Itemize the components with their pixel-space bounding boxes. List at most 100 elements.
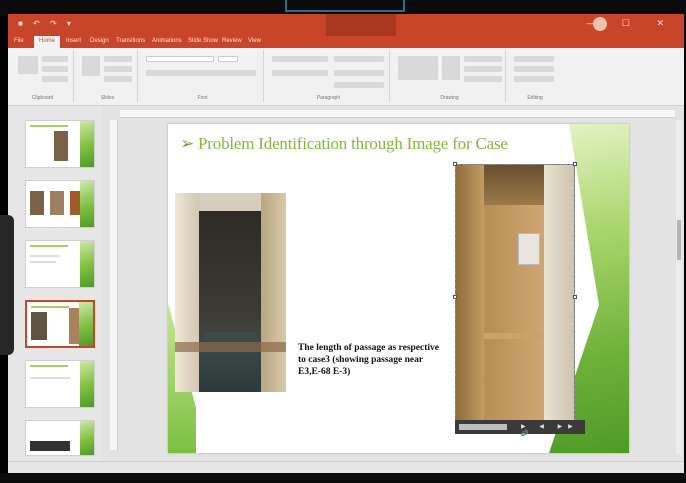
- tab-transitions[interactable]: Transitions: [116, 38, 145, 44]
- window-controls[interactable]: — ☐ ✕: [586, 18, 676, 29]
- thumb-green-accent: [80, 241, 94, 287]
- group-font: Font: [142, 50, 264, 102]
- tab-review[interactable]: Review: [222, 38, 242, 44]
- font-size-select[interactable]: [218, 56, 238, 62]
- format-painter-button[interactable]: [42, 76, 68, 82]
- replace-button[interactable]: [514, 66, 554, 72]
- section-button[interactable]: [104, 76, 132, 82]
- group-label-drawing: Drawing: [440, 95, 459, 101]
- slide-thumbnail[interactable]: 3: [25, 180, 95, 228]
- slide-thumbnail-selected[interactable]: 5: [25, 300, 95, 348]
- shapes-gallery[interactable]: [398, 56, 438, 80]
- shape-fill-button[interactable]: [464, 56, 502, 62]
- group-label-clipboard: Clipboard: [31, 95, 54, 101]
- font-name-select[interactable]: [146, 56, 214, 62]
- shape-effects-button[interactable]: [464, 76, 502, 82]
- vertical-scrollbar[interactable]: [676, 120, 682, 455]
- quick-access-icons[interactable]: ■ ↶ ↷ ▾: [18, 19, 75, 28]
- status-bar: [8, 461, 684, 473]
- smartart-button[interactable]: [334, 82, 384, 88]
- slide-thumbnail[interactable]: 4: [25, 240, 95, 288]
- align-text-button[interactable]: [334, 70, 384, 76]
- photo-wall-left: [175, 193, 199, 392]
- group-editing: Editing: [510, 50, 560, 102]
- thumb-title-line: [30, 125, 68, 127]
- thumb-green-accent: [80, 361, 94, 407]
- group-label-font: Font: [197, 95, 208, 101]
- shape-outline-button[interactable]: [464, 66, 502, 72]
- thumb-photo: [31, 312, 47, 340]
- thumb-text-line: [30, 255, 60, 257]
- monitor-bezel-bottom: [0, 473, 686, 483]
- cut-button[interactable]: [42, 56, 68, 62]
- photo-wall-right: [261, 193, 286, 392]
- media-progress[interactable]: [459, 424, 507, 430]
- layout-button[interactable]: [104, 56, 132, 62]
- group-label-editing: Editing: [527, 95, 543, 101]
- text-direction-button[interactable]: [334, 56, 384, 62]
- thumb-photo: [30, 191, 44, 215]
- font-format-buttons[interactable]: [146, 70, 256, 76]
- media-controls-icon[interactable]: ▶ ◀ ▶▶ 🔊: [521, 423, 585, 437]
- tab-home[interactable]: Home: [34, 36, 61, 48]
- reset-button[interactable]: [104, 66, 132, 72]
- horizontal-ruler: [120, 110, 675, 118]
- tab-animations[interactable]: Animations: [152, 38, 182, 44]
- select-button[interactable]: [514, 76, 554, 82]
- thumb-green-accent: [80, 181, 94, 227]
- group-label-slides: Slides: [100, 95, 115, 101]
- slide-canvas[interactable]: ➢ Problem Identification through Image fo…: [168, 124, 629, 453]
- slide-thumbnail[interactable]: 6: [25, 360, 95, 408]
- arrange-button[interactable]: [442, 56, 460, 80]
- corridor-photo[interactable]: [175, 193, 286, 392]
- thumb-text-line: [30, 261, 56, 263]
- thumb-photo: [54, 131, 68, 161]
- group-paragraph: Paragraph: [268, 50, 390, 102]
- slide-thumbnail[interactable]: 2: [25, 120, 95, 168]
- slide-thumbnail[interactable]: 7: [25, 420, 95, 456]
- resize-handle[interactable]: [453, 162, 457, 166]
- thumb-green-accent: [80, 121, 94, 167]
- device-edge: [0, 215, 14, 355]
- group-drawing: Drawing: [394, 50, 506, 102]
- scrollbar-thumb[interactable]: [677, 220, 681, 260]
- list-buttons[interactable]: [272, 56, 328, 62]
- tab-slide-show[interactable]: Slide Show: [188, 38, 218, 44]
- thumb-green-accent: [79, 302, 93, 346]
- title-bar: ■ ↶ ↷ ▾ — ☐ ✕: [8, 14, 684, 36]
- resize-handle[interactable]: [453, 295, 457, 299]
- new-slide-button[interactable]: [82, 56, 100, 76]
- thumb-title-line: [30, 365, 68, 367]
- group-clipboard: Clipboard: [12, 50, 74, 102]
- thumb-photo: [30, 441, 70, 451]
- thumb-title-line: [30, 245, 68, 247]
- thumb-green-accent: [80, 421, 94, 455]
- contextual-tab[interactable]: [326, 14, 396, 36]
- media-controls-bar[interactable]: ▶ ◀ ▶▶ 🔊: [455, 420, 585, 437]
- camera-strip: [285, 0, 405, 12]
- slide-thumbnails-pane: 2 3 4 5 6: [8, 106, 102, 461]
- resize-handle[interactable]: [573, 162, 577, 166]
- thumb-photo: [50, 191, 64, 215]
- paste-button[interactable]: [18, 56, 38, 74]
- photo-caption[interactable]: The length of passage as respective to c…: [298, 342, 448, 378]
- screen: ■ ↶ ↷ ▾ — ☐ ✕ File Home Insert Design Tr…: [0, 0, 686, 483]
- group-slides: Slides: [78, 50, 138, 102]
- vertical-ruler: [110, 120, 118, 450]
- tab-file[interactable]: File: [14, 38, 24, 44]
- thumb-title-line: [31, 306, 69, 308]
- photo-skirting: [175, 342, 286, 352]
- group-label-paragraph: Paragraph: [316, 95, 341, 101]
- ribbon-tabs: File Home Insert Design Transitions Anim…: [8, 36, 684, 48]
- tab-design[interactable]: Design: [90, 38, 109, 44]
- tab-insert[interactable]: Insert: [66, 38, 81, 44]
- align-buttons[interactable]: [272, 70, 328, 76]
- slide-editor: ➢ Problem Identification through Image fo…: [102, 106, 684, 461]
- tab-view[interactable]: View: [248, 38, 261, 44]
- thumb-text-line: [30, 377, 70, 379]
- find-button[interactable]: [514, 56, 554, 62]
- slide-title[interactable]: ➢ Problem Identification through Image fo…: [180, 134, 508, 154]
- title-bullet-icon: ➢: [180, 134, 195, 153]
- resize-handle[interactable]: [573, 295, 577, 299]
- copy-button[interactable]: [42, 66, 68, 72]
